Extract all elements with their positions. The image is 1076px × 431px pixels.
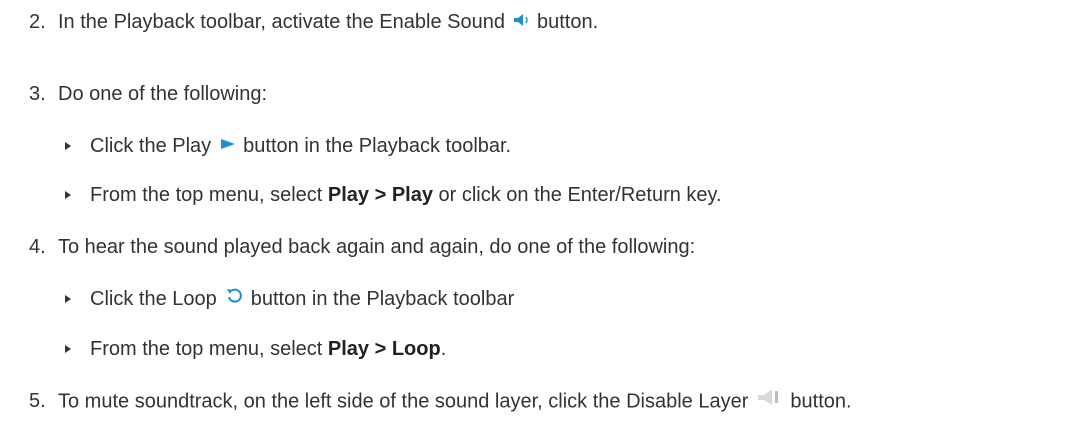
bullet-marker xyxy=(65,295,71,303)
play-icon xyxy=(219,133,237,157)
step-4-option-1: Click the Loop button in the Playback too… xyxy=(90,287,514,312)
option-text: From the top menu, select xyxy=(90,184,328,206)
speaker-icon xyxy=(513,9,531,33)
option-text: From the top menu, select xyxy=(90,338,328,360)
bullet-marker xyxy=(65,191,71,199)
step-text: To hear the sound played back again and … xyxy=(58,236,696,258)
step-3-option-1: Click the Play button in the Playback too… xyxy=(90,134,511,159)
step-4: 4. To hear the sound played back again an… xyxy=(29,235,695,259)
step-number: 2. xyxy=(29,11,46,33)
option-text: Click the Play xyxy=(90,135,212,157)
step-text-end: button. xyxy=(536,11,599,33)
option-text-end: button in the Playback toolbar xyxy=(250,288,515,310)
option-text-end: . xyxy=(440,338,447,360)
step-text: In the Playback toolbar, activate the En… xyxy=(58,11,505,33)
step-5: 5. To mute soundtrack, on the left side o… xyxy=(29,389,852,415)
step-3-option-2: From the top menu, select Play > Play or… xyxy=(90,183,722,207)
option-text: Click the Loop xyxy=(90,288,217,310)
option-text-end: or click on the Enter/Return key. xyxy=(432,184,722,206)
step-3: 3. Do one of the following: xyxy=(29,82,267,106)
step-number: 5. xyxy=(29,390,46,413)
step-number: 3. xyxy=(29,83,46,105)
disable-layer-icon xyxy=(756,387,784,413)
step-text: Do one of the following: xyxy=(58,83,268,105)
menu-path: Play > Loop xyxy=(327,338,441,360)
step-text: To mute soundtrack, on the left side of … xyxy=(58,390,749,413)
step-number: 4. xyxy=(29,236,46,258)
step-2: 2. In the Playback toolbar, activate the … xyxy=(29,10,598,35)
option-text-end: button in the Playback toolbar. xyxy=(243,135,512,157)
menu-path: Play > Play xyxy=(327,184,433,206)
step-4-option-2: From the top menu, select Play > Loop. xyxy=(90,337,446,361)
bullet-marker xyxy=(65,142,71,150)
bullet-marker xyxy=(65,345,71,353)
step-text-end: button. xyxy=(790,390,852,413)
loop-icon xyxy=(225,286,245,310)
